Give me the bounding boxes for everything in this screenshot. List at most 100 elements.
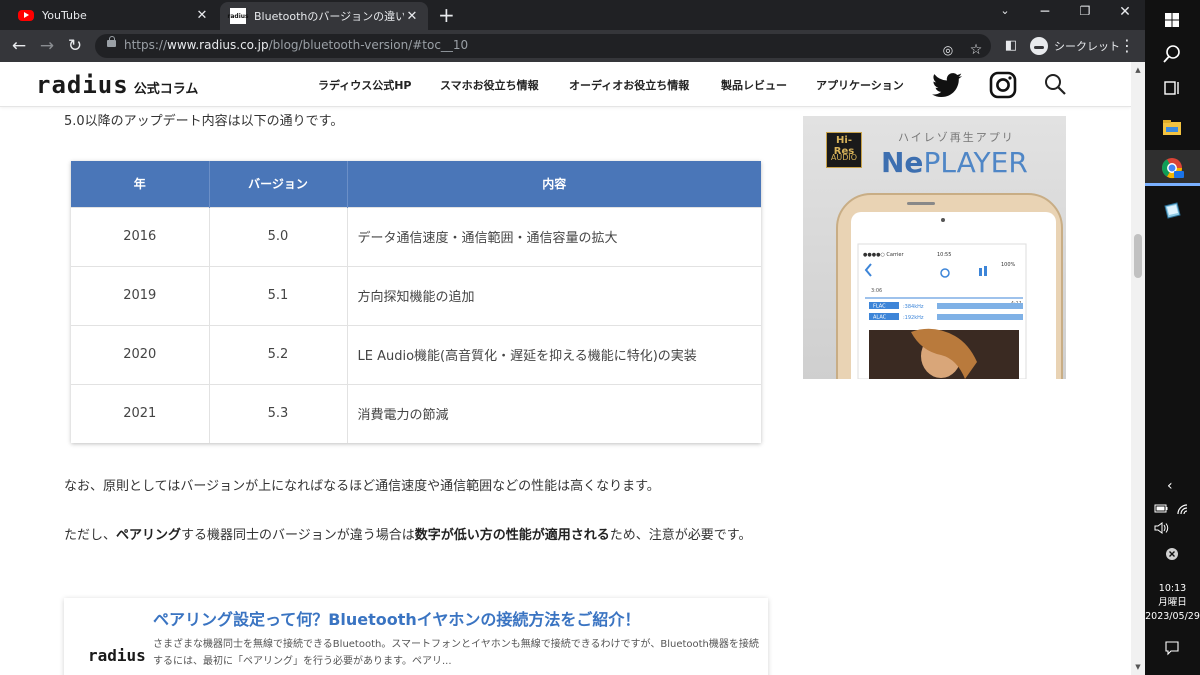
reload-button[interactable]: ↻ (64, 35, 86, 57)
page-viewport: radius 公式コラム ラディウス公式HP スマホお役立ち情報 オーディオお役… (0, 62, 1131, 675)
card-title-link[interactable]: ペアリング設定って何？Bluetoothイヤホンの接続方法をご紹介！ (153, 606, 640, 630)
logo-wordmark: radius (36, 71, 129, 99)
table-row: 2020 5.2 LE Audio機能(高音質化・遅延を抑える機能に特化)の実装 (71, 324, 761, 384)
windows-taskbar: ‹ 10:13 月曜日 2023/05/29 (1145, 0, 1200, 675)
scroll-up-arrow[interactable]: ▲ (1131, 66, 1145, 74)
windows-start-icon[interactable] (1158, 6, 1186, 34)
system-clock[interactable]: 10:13 月曜日 2023/05/29 (1145, 582, 1200, 624)
page-scrollbar[interactable]: ▲ ▼ (1131, 62, 1145, 675)
table-row: 2021 5.3 消費電力の節減 (71, 383, 761, 443)
cell-content: データ通信速度・通信範囲・通信容量の拡大 (347, 206, 761, 266)
tab-strip: YouTube ✕ radius Bluetoothのバージョンの違いについて … (0, 0, 1145, 30)
incognito-label: シークレット (1054, 40, 1120, 53)
tab-title: Bluetoothのバージョンの違いについて (254, 10, 404, 23)
cell-content: LE Audio機能(高音質化・遅延を抑える機能に特化)の実装 (347, 324, 761, 384)
eye-off-icon[interactable]: ◎ (937, 39, 959, 61)
tab-bluetooth-article[interactable]: radius Bluetoothのバージョンの違いについて ✕ (220, 2, 428, 30)
twitter-icon[interactable] (930, 68, 964, 102)
nav-smartphone-tips[interactable]: スマホお役立ち情報 (440, 77, 539, 93)
close-window-button[interactable]: ✕ (1105, 4, 1145, 20)
task-view-icon[interactable] (1158, 74, 1186, 102)
battery-icon[interactable] (1153, 502, 1171, 516)
file-explorer-icon[interactable] (1158, 114, 1186, 142)
tab-title: YouTube (42, 8, 87, 22)
youtube-icon (18, 9, 34, 21)
related-article-card[interactable]: radius ペアリング設定って何？Bluetoothイヤホンの接続方法をご紹介… (64, 598, 768, 675)
close-circle-icon[interactable] (1165, 547, 1179, 561)
address-bar[interactable]: https://www.radius.co.jp/blog/bluetooth-… (95, 34, 991, 58)
bookmark-star-icon[interactable]: ☆ (965, 39, 987, 61)
logo-subtitle: 公式コラム (133, 82, 199, 97)
table-row: 2016 5.0 データ通信速度・通信範囲・通信容量の拡大 (71, 206, 761, 266)
svg-text:ALAC: ALAC (873, 315, 887, 321)
table-row: 2019 5.1 方向探知機能の追加 (71, 265, 761, 325)
search-icon[interactable] (1158, 40, 1186, 68)
close-tab-icon[interactable]: ✕ (194, 8, 210, 23)
wifi-icon[interactable] (1175, 502, 1191, 516)
cell-version: 5.2 (209, 324, 348, 384)
clock-date: 2023/05/29 (1145, 611, 1200, 622)
radius-favicon-icon: radius (227, 8, 249, 24)
column-header-version: バージョン (209, 161, 348, 207)
phone-mockup-image: ●●●●○ Carrier 10:55 100% 3:06 -4:11 FLAC… (836, 193, 1063, 379)
scroll-down-arrow[interactable]: ▼ (1131, 663, 1145, 671)
column-header-year: 年 (71, 161, 210, 207)
svg-text:FLAC: FLAC (873, 304, 886, 310)
cell-year: 2019 (71, 265, 210, 325)
active-app-underline (1145, 183, 1200, 186)
back-button[interactable]: ← (8, 35, 30, 57)
clock-time: 10:13 (1158, 583, 1187, 594)
nav-audio-tips[interactable]: オーディオお役立ち情報 (569, 77, 689, 93)
url-text[interactable]: https://www.radius.co.jp/blog/bluetooth-… (124, 38, 468, 52)
scrollbar-thumb[interactable] (1134, 234, 1142, 278)
cell-year: 2016 (71, 206, 210, 266)
svg-text::384kHz: :384kHz (903, 304, 924, 310)
cell-version: 5.0 (209, 206, 348, 266)
chrome-icon[interactable] (1158, 154, 1186, 182)
notification-icon[interactable] (1164, 640, 1180, 656)
column-header-content: 内容 (347, 161, 761, 207)
svg-text:100%: 100% (1001, 262, 1016, 268)
tab-search-icon[interactable]: ⌄ (985, 4, 1025, 17)
site-header: radius 公式コラム ラディウス公式HP スマホお役立ち情報 オーディオお役… (0, 62, 1131, 107)
tab-youtube[interactable]: YouTube ✕ (8, 0, 218, 30)
site-logo[interactable]: radius 公式コラム (36, 71, 198, 99)
cell-year: 2021 (71, 383, 210, 443)
incognito-icon (1030, 37, 1048, 55)
new-tab-button[interactable]: + (438, 3, 455, 27)
incognito-indicator[interactable]: シークレット (1030, 35, 1120, 57)
svg-text:●●●●○ Carrier: ●●●●○ Carrier (863, 252, 904, 258)
clock-weekday: 月曜日 (1158, 597, 1187, 608)
nav-applications[interactable]: アプリケーション (816, 77, 904, 93)
version-table: 年 バージョン 内容 2016 5.0 データ通信速度・通信範囲・通信容量の拡大… (71, 161, 761, 443)
svg-text:10:55: 10:55 (937, 252, 951, 258)
browser-toolbar: ← → ↻ https://www.radius.co.jp/blog/blue… (0, 30, 1145, 62)
nav-product-review[interactable]: 製品レビュー (721, 77, 787, 93)
paragraph-performance: なお、原則としてはバージョンが上になればなるほど通信速度や通信範囲などの性能は高… (64, 479, 660, 494)
close-tab-icon[interactable]: ✕ (404, 9, 420, 24)
side-panel-icon[interactable]: ◧ (1000, 35, 1022, 57)
svg-text::192kHz: :192kHz (903, 315, 924, 321)
restore-button[interactable]: ❐ (1065, 4, 1105, 18)
cell-version: 5.1 (209, 265, 348, 325)
show-hidden-icons-icon[interactable]: ‹ (1167, 478, 1173, 494)
cell-content: 消費電力の節減 (347, 383, 761, 443)
search-icon[interactable] (1039, 68, 1073, 102)
svg-text:3:06: 3:06 (871, 288, 882, 294)
intro-text: 5.0以降のアップデート内容は以下の通りです。 (64, 114, 344, 129)
minimize-button[interactable]: ─ (1025, 4, 1065, 20)
app-icon[interactable] (1158, 196, 1186, 224)
neplayer-ad-banner[interactable]: Hi-Res AUDIO ハイレゾ再生アプリ NePLAYER ●●●●○ Ca… (803, 116, 1066, 379)
card-description: さまざまな機器同士を無線で接続できるBluetooth。スマートフォンとイヤホン… (153, 639, 759, 667)
nav-official-hp[interactable]: ラディウス公式HP (318, 77, 412, 93)
paragraph-pairing-note: ただし、ペアリングする機器同士のバージョンが違う場合は数字が低い方の性能が適用さ… (64, 528, 752, 543)
volume-icon[interactable] (1153, 521, 1171, 535)
cell-content: 方向探知機能の追加 (347, 265, 761, 325)
card-logo: radius (88, 646, 146, 665)
cell-version: 5.3 (209, 383, 348, 443)
instagram-icon[interactable] (986, 68, 1020, 102)
table-header-row: 年 バージョン 内容 (71, 161, 761, 207)
cell-year: 2020 (71, 324, 210, 384)
menu-kebab-icon[interactable]: ⋮ (1116, 35, 1138, 57)
forward-button[interactable]: → (36, 35, 58, 57)
